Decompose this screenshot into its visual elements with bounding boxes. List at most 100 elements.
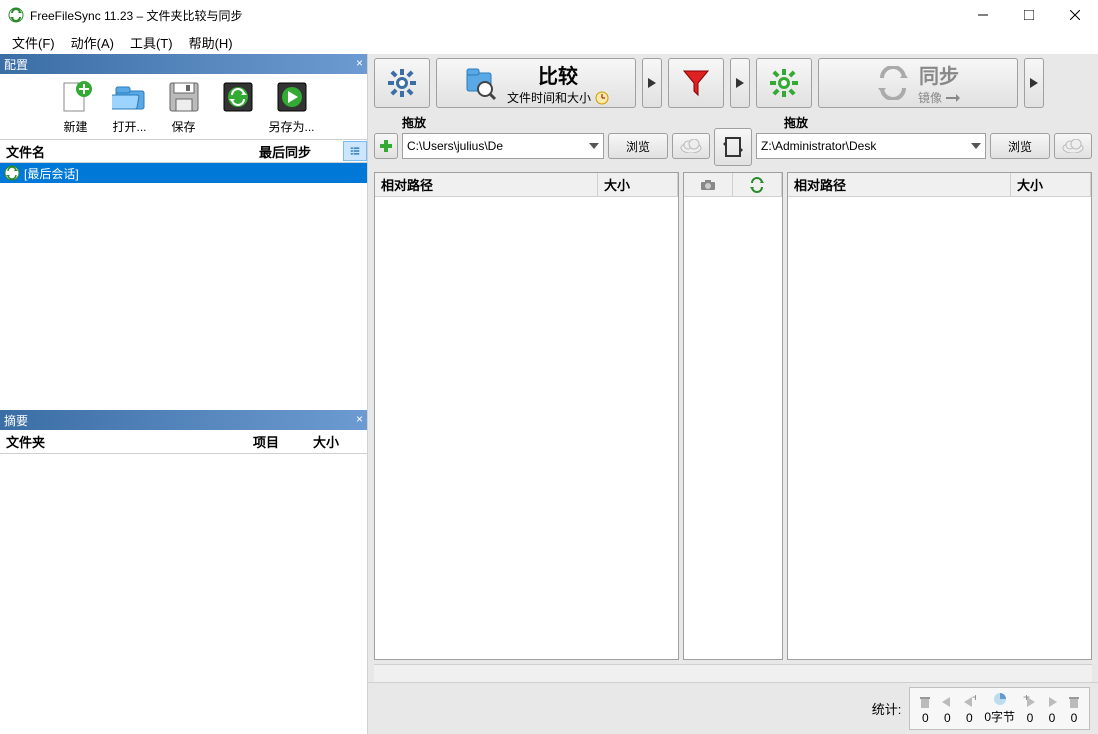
config-list-header: 文件名 最后同步 [0, 139, 367, 163]
sync-small-icon [749, 177, 765, 193]
triangle-right-icon [1030, 78, 1038, 88]
summary-body [0, 454, 367, 734]
grid-mid-col-action[interactable] [733, 173, 782, 196]
col-items[interactable]: 项目 [247, 432, 307, 451]
sync-icon [4, 165, 20, 181]
plus-green-icon [378, 138, 394, 154]
config-row-label: [最后会话] [24, 165, 79, 182]
summary-panel-title: 摘要 [4, 412, 28, 429]
new-config-button[interactable]: 新建 [52, 78, 100, 135]
maximize-button[interactable] [1006, 0, 1052, 30]
folder-pair-left: 拖放 C:\Users\julius\De 浏览 [374, 114, 710, 166]
window-title: FreeFileSync 11.23 – 文件夹比较与同步 [30, 7, 960, 24]
triangle-right-icon [648, 78, 656, 88]
compare-button[interactable]: 比较 文件时间和大小 [436, 58, 636, 108]
grid-left-col-size[interactable]: 大小 [598, 173, 678, 196]
menu-tools[interactable]: 工具(T) [122, 31, 181, 54]
config-panel-title: 配置 [4, 56, 28, 73]
app-icon [8, 7, 24, 23]
grid-mid-body[interactable] [684, 197, 782, 659]
col-lastsync[interactable]: 最后同步 [253, 142, 343, 161]
svg-text:+: + [972, 695, 976, 704]
summary-panel: 摘要 × 文件夹 项目 大小 [0, 410, 367, 734]
arrow-right-plus-icon: + [1023, 695, 1037, 709]
grid-right: 相对路径 大小 [787, 172, 1092, 660]
cloud-left-button[interactable] [672, 133, 710, 159]
filter-dropdown-button[interactable] [730, 58, 750, 108]
saveas-batch-button[interactable]: 另存为... [268, 78, 316, 135]
menu-help[interactable]: 帮助(H) [181, 31, 241, 54]
config-list[interactable]: [最后会话] [0, 163, 367, 410]
status-bar: 统计: 0 0 +0 0字节 +0 0 0 [368, 682, 1098, 734]
grid-mid-col-category[interactable] [684, 173, 733, 196]
col-view-icon[interactable] [343, 141, 367, 161]
arrow-left-icon [940, 695, 954, 709]
grid-right-col-path[interactable]: 相对路径 [788, 173, 1011, 196]
config-toolbar: 新建 打开... 保存 [0, 74, 367, 139]
col-folder[interactable]: 文件夹 [0, 432, 247, 451]
menubar: 文件(F) 动作(A) 工具(T) 帮助(H) [0, 30, 1098, 54]
save-disk-icon [165, 78, 203, 116]
sync-settings-button[interactable] [756, 58, 812, 108]
saveas-sync-button[interactable] [214, 78, 262, 135]
triangle-right-icon [736, 78, 744, 88]
menu-file[interactable]: 文件(F) [4, 31, 63, 54]
grid-left: 相对路径 大小 [374, 172, 679, 660]
compare-dropdown-button[interactable] [642, 58, 662, 108]
col-size[interactable]: 大小 [307, 432, 367, 451]
left-panel: 配置 × 新建 打开... 保存 [0, 54, 368, 734]
filter-button[interactable] [668, 58, 724, 108]
folder-pair-right: 拖放 Z:\Administrator\Desk 浏览 [756, 114, 1092, 166]
camera-icon [700, 179, 716, 191]
add-pair-button[interactable] [374, 133, 398, 159]
minimize-button[interactable] [960, 0, 1006, 30]
grid-right-body[interactable] [788, 197, 1091, 659]
grid-left-col-path[interactable]: 相对路径 [375, 173, 598, 196]
sync-dropdown-button[interactable] [1024, 58, 1044, 108]
chevron-down-icon[interactable] [971, 143, 981, 149]
grid-left-body[interactable] [375, 197, 678, 659]
drag-label-right: 拖放 [756, 114, 1092, 131]
stat-label: 统计: [872, 699, 902, 718]
pie-icon [993, 692, 1007, 706]
funnel-icon [680, 67, 712, 99]
compare-sublabel: 文件时间和大小 [507, 89, 591, 106]
swap-sides-button[interactable] [714, 128, 752, 166]
stat-create-right: +0 [1023, 695, 1037, 725]
trash-left-icon [918, 695, 932, 709]
col-filename[interactable]: 文件名 [0, 142, 253, 161]
save-config-button[interactable]: 保存 [160, 78, 208, 135]
browse-left-button[interactable]: 浏览 [608, 133, 668, 159]
chevron-down-icon[interactable] [589, 143, 599, 149]
config-panel-close-icon[interactable]: × [356, 56, 363, 70]
open-config-button[interactable]: 打开... [106, 78, 154, 135]
left-path-input[interactable]: C:\Users\julius\De [402, 133, 604, 159]
close-button[interactable] [1052, 0, 1098, 30]
sync-button[interactable]: 同步 镜像 [818, 58, 1018, 108]
compare-settings-button[interactable] [374, 58, 430, 108]
titlebar: FreeFileSync 11.23 – 文件夹比较与同步 [0, 0, 1098, 30]
right-path-input[interactable]: Z:\Administrator\Desk [756, 133, 986, 159]
arrow-right-icon [946, 93, 960, 103]
summary-panel-close-icon[interactable]: × [356, 412, 363, 426]
cloud-icon [680, 139, 702, 153]
drag-label-left: 拖放 [374, 114, 710, 131]
browse-right-button[interactable]: 浏览 [990, 133, 1050, 159]
new-file-icon [57, 78, 95, 116]
gear-green-icon [768, 67, 800, 99]
arrow-right-icon [1045, 695, 1059, 709]
arrow-left-plus-icon: + [962, 695, 976, 709]
menu-action[interactable]: 动作(A) [63, 31, 122, 54]
sync-sublabel: 镜像 [918, 89, 942, 106]
right-path-text: Z:\Administrator\Desk [761, 139, 876, 153]
horizontal-scrollbar[interactable] [374, 664, 1092, 682]
clock-icon [595, 91, 609, 105]
stat-delete-right: 0 [1067, 695, 1081, 725]
config-row-last-session[interactable]: [最后会话] [0, 163, 367, 183]
compare-icon [463, 65, 499, 101]
grid-right-col-size[interactable]: 大小 [1011, 173, 1091, 196]
cloud-right-button[interactable] [1054, 133, 1092, 159]
gear-icon [386, 67, 418, 99]
new-label: 新建 [63, 118, 87, 135]
open-label: 打开... [112, 118, 146, 135]
